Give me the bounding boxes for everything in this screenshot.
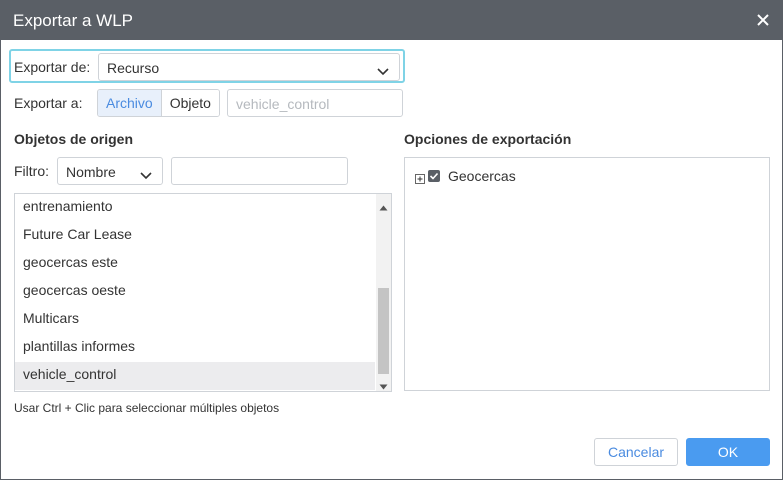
chevron-down-icon [140,167,152,180]
export-object-input[interactable]: vehicle_control [227,89,403,117]
options-heading: Opciones de exportación [404,131,572,147]
filter-label: Filtro: [14,163,49,179]
export-from-select[interactable]: Recurso [98,53,400,81]
list-item[interactable]: plantillas informes [15,334,375,362]
dialog-title: Exportar a WLP [13,11,133,30]
filter-input[interactable] [171,157,348,185]
filter-field-value: Nombre [66,164,116,180]
list-scrollbar[interactable] [376,194,391,391]
expand-plus-icon[interactable] [415,171,425,184]
list-item[interactable]: geocercas este [15,250,375,278]
scrollbar-thumb[interactable] [378,288,389,374]
source-objects-list[interactable]: entrenamiento Future Car Lease geocercas… [14,193,392,392]
list-item[interactable]: Multicars [15,306,375,334]
close-icon[interactable] [754,11,772,29]
dialog-titlebar: Exportar a WLP [1,1,782,40]
export-from-label: Exportar de: [14,59,91,75]
export-to-label: Exportar a: [14,95,83,111]
export-to-objeto[interactable]: Objeto [160,90,219,116]
geocercas-checkbox[interactable] [428,170,440,182]
tree-node-geocercas: Geocercas [415,166,516,186]
list-item-selected[interactable]: vehicle_control [15,362,375,390]
ok-button[interactable]: OK [686,438,770,466]
scroll-down-arrow-icon[interactable] [379,378,388,390]
chevron-down-icon [377,63,389,76]
export-object-placeholder: vehicle_control [236,96,330,112]
export-dialog: Exportar a WLP Exportar de: Recurso Expo… [0,0,783,480]
cancel-button[interactable]: Cancelar [594,438,678,466]
list-item[interactable]: Future Car Lease [15,222,375,250]
export-to-archivo[interactable]: Archivo [98,90,161,116]
tree-node-label: Geocercas [448,168,516,184]
source-heading: Objetos de origen [14,131,134,147]
export-from-value: Recurso [107,60,160,76]
filter-field-select[interactable]: Nombre [57,157,163,185]
export-to-toggle: Archivo Objeto [97,89,220,117]
list-item[interactable]: entrenamiento [15,194,375,222]
source-items: entrenamiento Future Car Lease geocercas… [15,194,375,390]
export-options-panel: Geocercas [404,157,770,391]
list-item[interactable]: geocercas oeste [15,278,375,306]
multi-select-hint: Usar Ctrl + Clic para seleccionar múltip… [14,401,280,415]
scroll-up-arrow-icon[interactable] [379,199,388,211]
